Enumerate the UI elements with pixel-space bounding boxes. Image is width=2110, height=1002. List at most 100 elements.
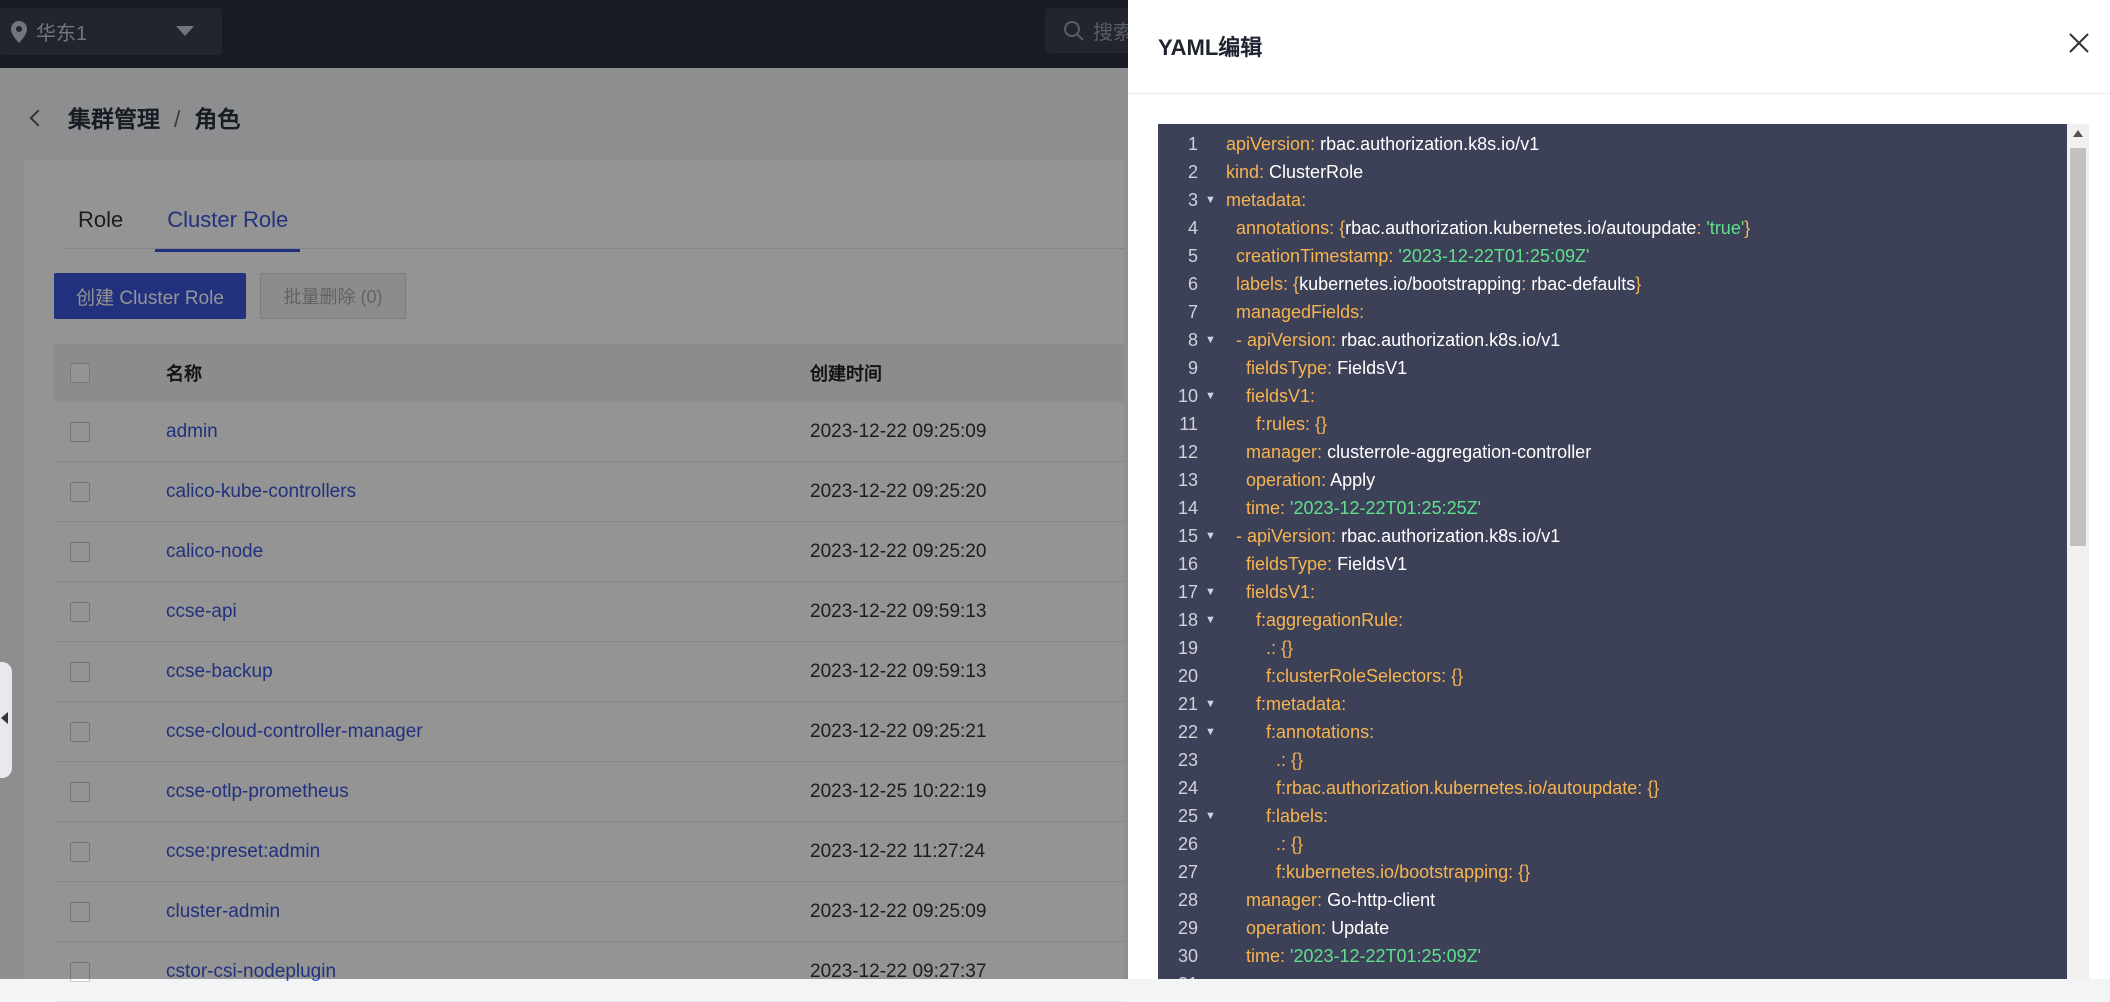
yaml-line: 6 labels: {kubernetes.io/bootstrapping: r… (1158, 270, 2067, 298)
yaml-line: 19 .: {} (1158, 634, 2067, 662)
fold-toggle-icon[interactable]: ▼ (1205, 522, 1216, 550)
yaml-colon: : (1341, 694, 1352, 714)
yaml-value: rbac.authorization.k8s.io/v1 (1341, 526, 1561, 546)
scrollbar-thumb[interactable] (2070, 148, 2086, 546)
line-number: 27 (1177, 862, 1198, 882)
inline-key: kubernetes.io/bootstrapping (1299, 274, 1522, 294)
yaml-value: FieldsV1 (1337, 554, 1408, 574)
fold-toggle-icon[interactable]: ▼ (1205, 606, 1216, 634)
yaml-key: labels (1236, 274, 1284, 294)
yaml-code: f:metadata: (1256, 690, 1351, 718)
yaml-code: f:clusterRoleSelectors: {} (1266, 662, 1463, 690)
yaml-code: metadata: (1226, 186, 1311, 214)
yaml-editor[interactable]: 1 apiVersion: rbac.authorization.k8s.io/v… (1158, 124, 2067, 979)
yaml-line: 20 f:clusterRoleSelectors: {} (1158, 662, 2067, 690)
line-number: 12 (1177, 442, 1198, 462)
line-number: 28 (1177, 890, 1198, 910)
yaml-line: 31 (1158, 970, 2067, 979)
line-number: 21 (1177, 694, 1198, 714)
yaml-colon: : (1281, 750, 1292, 770)
yaml-edit-drawer: YAML编辑 1 apiVersion: rbac.authorization.k… (1128, 0, 2110, 979)
yaml-value: Update (1331, 918, 1390, 938)
yaml-colon: : (1327, 358, 1338, 378)
yaml-value: {} (1451, 666, 1464, 686)
fold-toggle-icon[interactable]: ▼ (1205, 186, 1216, 214)
yaml-key: annotations (1236, 218, 1330, 238)
line-number: 15 (1177, 526, 1198, 546)
yaml-key: creationTimestamp (1236, 246, 1389, 266)
fold-toggle-icon[interactable]: ▼ (1205, 802, 1216, 830)
yaml-colon: : (1283, 274, 1294, 294)
yaml-code: f:labels: (1266, 802, 1333, 830)
fold-toggle-icon[interactable]: ▼ (1205, 690, 1216, 718)
sidebar-toggle[interactable] (0, 662, 12, 778)
inline-value: rbac-defaults (1531, 274, 1636, 294)
line-number: 16 (1177, 554, 1198, 574)
yaml-line: 4 annotations: {rbac.authorization.kubern… (1158, 214, 2067, 242)
yaml-colon: : (1271, 638, 1282, 658)
yaml-code: fieldsType: FieldsV1 (1246, 354, 1407, 382)
yaml-code: f:rules: {} (1256, 410, 1327, 438)
yaml-value: {} (1315, 414, 1328, 434)
yaml-value: '2023-12-22T01:25:25Z' (1290, 498, 1482, 518)
yaml-key: fieldsV1 (1246, 582, 1311, 602)
line-number: 14 (1177, 498, 1198, 518)
yaml-value: rbac.authorization.k8s.io/v1 (1320, 134, 1540, 154)
fold-toggle-icon[interactable]: ▼ (1205, 718, 1216, 746)
yaml-colon: : (1637, 778, 1648, 798)
yaml-colon: : (1521, 274, 1532, 294)
inline-value: 'true' (1706, 218, 1745, 238)
yaml-value: '2023-12-22T01:25:09Z' (1290, 946, 1482, 966)
yaml-value: Go-http-client (1327, 890, 1436, 910)
brace-close: } (1744, 218, 1751, 238)
yaml-line: 14 time: '2023-12-22T01:25:25Z' (1158, 494, 2067, 522)
yaml-colon: : (1310, 582, 1321, 602)
editor-scrollbar[interactable] (2067, 124, 2089, 979)
yaml-code: f:aggregationRule: (1256, 606, 1408, 634)
yaml-code: .: {} (1266, 634, 1293, 662)
yaml-key: time (1246, 498, 1281, 518)
yaml-value: clusterrole-aggregation-controller (1327, 442, 1592, 462)
yaml-line: 26 .: {} (1158, 830, 2067, 858)
yaml-code: operation: Update (1246, 914, 1389, 942)
yaml-key: f:rules (1256, 414, 1306, 434)
yaml-key: f:kubernetes.io/bootstrapping (1276, 862, 1509, 882)
modal-backdrop[interactable] (0, 0, 1128, 979)
scroll-up-icon[interactable] (2073, 130, 2083, 137)
yaml-line: 17 ▼ fieldsV1: (1158, 578, 2067, 606)
fold-toggle-icon[interactable]: ▼ (1205, 578, 1216, 606)
yaml-code: creationTimestamp: '2023-12-22T01:25:09Z… (1236, 242, 1589, 270)
yaml-code: apiVersion: rbac.authorization.k8s.io/v1 (1226, 130, 1539, 158)
line-number: 26 (1177, 834, 1198, 854)
yaml-lines: 1 apiVersion: rbac.authorization.k8s.io/v… (1158, 130, 2067, 979)
yaml-colon: : (1310, 386, 1321, 406)
yaml-colon: : (1327, 554, 1338, 574)
yaml-value: rbac.authorization.k8s.io/v1 (1341, 330, 1561, 350)
yaml-line: 23 .: {} (1158, 746, 2067, 774)
yaml-value: Apply (1330, 470, 1376, 490)
yaml-line: 12 manager: clusterrole-aggregation-contr… (1158, 438, 2067, 466)
brace-close: } (1635, 274, 1642, 294)
yaml-colon: : (1323, 806, 1334, 826)
yaml-code: .: {} (1276, 830, 1303, 858)
line-number: 19 (1177, 638, 1198, 658)
yaml-line: 24 f:rbac.authorization.kubernetes.io/aut… (1158, 774, 2067, 802)
yaml-key: metadata (1226, 190, 1302, 210)
yaml-colon: : (1331, 330, 1342, 350)
line-number: 23 (1177, 750, 1198, 770)
fold-toggle-icon[interactable]: ▼ (1205, 326, 1216, 354)
fold-toggle-icon[interactable]: ▼ (1205, 382, 1216, 410)
yaml-line: 1 apiVersion: rbac.authorization.k8s.io/v… (1158, 130, 2067, 158)
yaml-line: 28 manager: Go-http-client (1158, 886, 2067, 914)
yaml-line: 5 creationTimestamp: '2023-12-22T01:25:09… (1158, 242, 2067, 270)
line-number: 1 (1187, 134, 1198, 154)
yaml-key: apiVersion (1226, 134, 1311, 154)
yaml-key: kind (1226, 162, 1260, 182)
yaml-code: fieldsType: FieldsV1 (1246, 550, 1407, 578)
close-icon[interactable] (2068, 32, 2090, 54)
yaml-colon: : (1369, 722, 1380, 742)
yaml-code: managedFields: (1236, 298, 1369, 326)
yaml-key: - apiVersion (1236, 330, 1332, 350)
inline-key: rbac.authorization.kubernetes.io/autoupd… (1345, 218, 1697, 238)
yaml-colon: : (1317, 890, 1328, 910)
